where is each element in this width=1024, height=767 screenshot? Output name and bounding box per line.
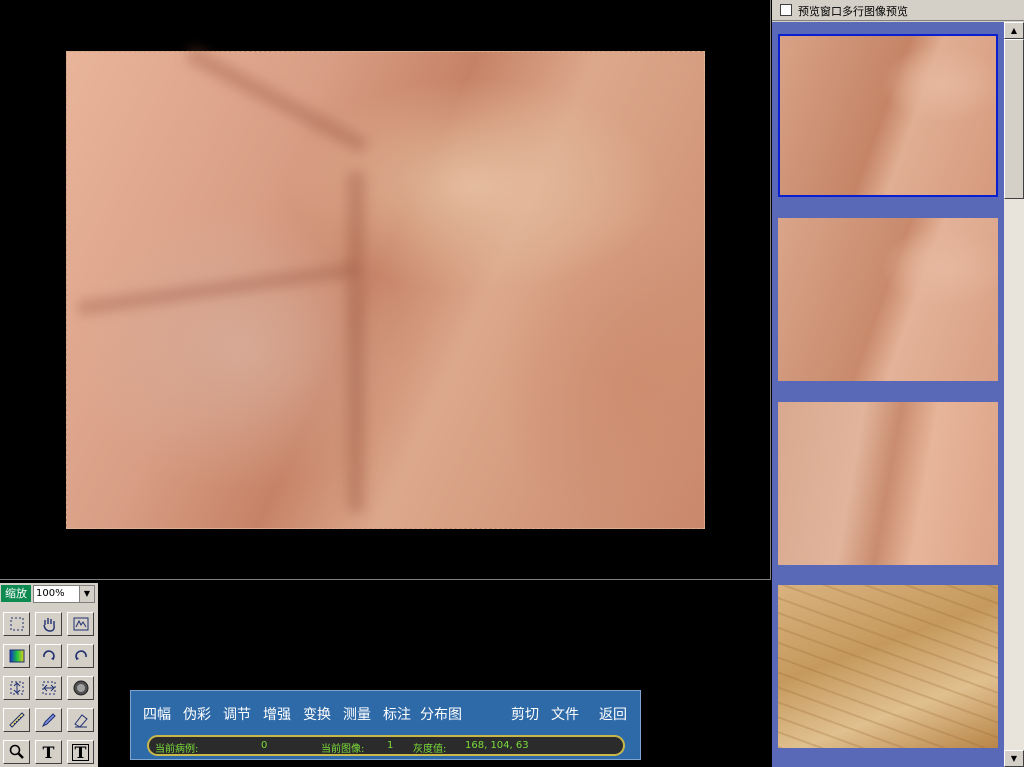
gray-value: 168, 104, 63 bbox=[465, 740, 529, 751]
menu-measure[interactable]: 测量 bbox=[343, 704, 371, 724]
menu-quad-view[interactable]: 四幅 bbox=[143, 704, 171, 724]
zoom-value: 100% bbox=[36, 588, 65, 599]
zoom-label: 缩放 bbox=[1, 585, 31, 602]
gray-value-label: 灰度值: bbox=[413, 744, 447, 755]
text-box-icon[interactable]: T bbox=[67, 740, 94, 764]
scroll-thumb[interactable] bbox=[1004, 39, 1024, 199]
function-menu: 四幅 伪彩 调节 增强 变换 测量 标注 分布图 剪切 文件 返回 当前病例: … bbox=[130, 690, 641, 760]
menu-file[interactable]: 文件 bbox=[551, 704, 579, 724]
chevron-down-icon[interactable]: ▼ bbox=[79, 586, 94, 602]
menu-distribution[interactable]: 分布图 bbox=[420, 704, 462, 724]
tool-palette: 缩放 100% ▼ T T bbox=[0, 583, 98, 767]
current-image-label: 当前图像: bbox=[321, 744, 365, 755]
fit-window-icon[interactable] bbox=[67, 612, 94, 636]
main-image[interactable] bbox=[66, 45, 705, 529]
current-case-value: 0 bbox=[261, 740, 268, 751]
multi-row-preview-label: 预览窗口多行图像预览 bbox=[798, 5, 908, 18]
thumbnail-scrollbar[interactable]: ▲ ▼ bbox=[1004, 22, 1024, 767]
thumbnail-item[interactable] bbox=[778, 34, 998, 197]
scroll-up-button[interactable]: ▲ bbox=[1004, 22, 1024, 39]
rotate-right-icon[interactable] bbox=[35, 644, 62, 668]
menu-pseudo-color[interactable]: 伪彩 bbox=[183, 704, 211, 724]
status-bar: 当前病例: 0 当前图像: 1 灰度值: 168, 104, 63 bbox=[147, 735, 625, 756]
zoom-select[interactable]: 100% ▼ bbox=[33, 585, 95, 603]
preview-panel: 预览窗口多行图像预览 ▲ ▼ bbox=[772, 0, 1024, 767]
zoom-icon[interactable] bbox=[3, 740, 30, 764]
thumbnail-item[interactable] bbox=[778, 218, 998, 381]
pen-icon[interactable] bbox=[35, 708, 62, 732]
current-case-label: 当前病例: bbox=[155, 744, 199, 755]
eraser-icon[interactable] bbox=[67, 708, 94, 732]
select-rect-icon[interactable] bbox=[3, 612, 30, 636]
fit-height-icon[interactable] bbox=[3, 676, 30, 700]
menu-enhance[interactable]: 增强 bbox=[263, 704, 291, 724]
pan-hand-icon[interactable] bbox=[35, 612, 62, 636]
image-detail bbox=[77, 262, 357, 316]
pseudo-color-icon[interactable] bbox=[3, 644, 30, 668]
menu-back[interactable]: 返回 bbox=[599, 704, 627, 724]
multi-row-preview-checkbox[interactable] bbox=[780, 4, 792, 16]
menu-transform[interactable]: 变换 bbox=[303, 704, 331, 724]
thumbnail-item[interactable] bbox=[778, 402, 998, 565]
scroll-down-button[interactable]: ▼ bbox=[1004, 750, 1024, 767]
fit-width-icon[interactable] bbox=[35, 676, 62, 700]
ruler-icon[interactable] bbox=[3, 708, 30, 732]
current-image-value: 1 bbox=[387, 740, 394, 751]
rotate-left-icon[interactable] bbox=[67, 644, 94, 668]
preview-header: 预览窗口多行图像预览 bbox=[772, 0, 1024, 21]
text-box-icon-glyph: T bbox=[71, 743, 90, 761]
menu-cut[interactable]: 剪切 bbox=[511, 704, 539, 724]
thumbnail-item[interactable] bbox=[778, 585, 998, 748]
lens-icon[interactable] bbox=[67, 676, 94, 700]
menu-adjust[interactable]: 调节 bbox=[223, 704, 251, 724]
image-viewer[interactable] bbox=[0, 0, 771, 580]
text-icon-glyph: T bbox=[42, 742, 55, 762]
menu-annotate[interactable]: 标注 bbox=[383, 704, 411, 724]
text-icon[interactable]: T bbox=[35, 740, 62, 764]
image-detail bbox=[347, 172, 365, 512]
thumbnail-list[interactable] bbox=[772, 22, 1004, 767]
image-detail bbox=[184, 45, 370, 155]
